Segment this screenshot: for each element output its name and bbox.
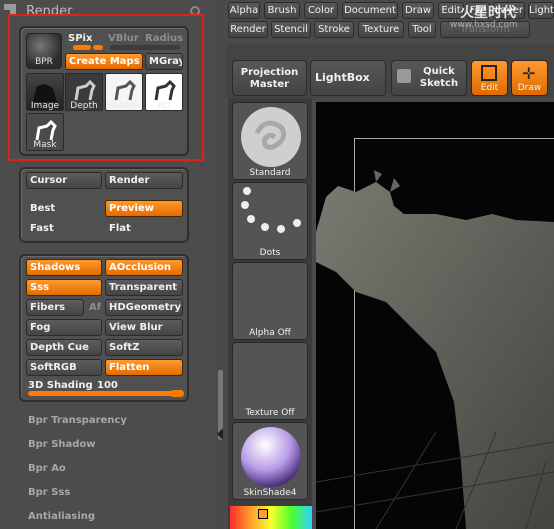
hdgeometry-button[interactable]: HDGeometry (105, 299, 183, 316)
menu-texture[interactable]: Texture (358, 21, 404, 38)
3d-shading-slider-knob[interactable] (170, 390, 184, 397)
menu-alpha[interactable]: Alpha (228, 2, 260, 19)
quick-sketch-button[interactable]: Quick Sketch (391, 60, 467, 96)
document-canvas[interactable] (316, 102, 554, 529)
preview-button[interactable]: Preview (105, 200, 183, 217)
color-picker-marker[interactable] (258, 509, 268, 519)
edit-icon (481, 65, 497, 81)
softz-button[interactable]: SoftZ (105, 339, 183, 356)
brush-shelf: Standard Dots Alpha Off Texture Off Skin… (228, 98, 312, 529)
menu-draw[interactable]: Draw (402, 2, 434, 19)
softrgb-button[interactable]: SoftRGB (26, 359, 102, 376)
3d-shading-label: 3D Shading (28, 380, 93, 391)
edit-button[interactable]: Edit (471, 60, 508, 96)
highlight-box (8, 14, 204, 161)
cursor-button[interactable]: Cursor (26, 172, 102, 189)
view-blur-button[interactable]: View Blur (105, 319, 183, 336)
menu-render[interactable]: Render (228, 21, 268, 38)
3d-shading-slider-fill (28, 391, 184, 396)
fast-button[interactable]: Fast (26, 220, 102, 237)
menu-document[interactable]: Document (342, 2, 398, 19)
3d-shading-slider[interactable] (28, 390, 184, 397)
flatten-button[interactable]: Flatten (105, 359, 183, 376)
lightbox-label: LightBox (315, 71, 370, 84)
render-button[interactable]: Render (105, 172, 183, 189)
skinshade-label: SkinShade4 (243, 488, 297, 498)
texture-slot[interactable]: Texture Off (232, 342, 308, 420)
aocclusion-button[interactable]: AOcclusion (105, 259, 183, 276)
fog-button[interactable]: Fog (26, 319, 102, 336)
antialiasing-menu[interactable]: Antialiasing (28, 511, 95, 522)
watermark-text: 火星时代 (460, 5, 516, 21)
bpr-transparency-menu[interactable]: Bpr Transparency (28, 415, 127, 426)
menu-stroke[interactable]: Stroke (314, 21, 354, 38)
best-button[interactable]: Best (26, 200, 102, 217)
alpha-slot[interactable]: Alpha Off (232, 262, 308, 340)
watermark-url: www.hxsd.com (450, 20, 518, 30)
alpha-off-label: Alpha Off (249, 328, 291, 338)
render-palette: Render BPR SPix VBlur Radius Create Maps… (0, 0, 216, 529)
standard-brush-label: Standard (249, 168, 291, 178)
menu-color[interactable]: Color (304, 2, 338, 19)
shadows-button[interactable]: Shadows (26, 259, 102, 276)
transparent-button[interactable]: Transparent (105, 279, 183, 296)
lightbox-button[interactable]: LightBox (310, 60, 386, 96)
draw-button[interactable]: ✛ Draw (511, 60, 548, 96)
af-button[interactable]: Af (85, 299, 103, 316)
quick-sketch-icon (397, 69, 411, 83)
dog-model-render (316, 170, 554, 529)
texture-off-label: Texture Off (245, 408, 295, 418)
bpr-shadow-menu[interactable]: Bpr Shadow (28, 439, 96, 450)
menu-stencil[interactable]: Stencil (271, 21, 311, 38)
bpr-sss-menu[interactable]: Bpr Sss (28, 487, 70, 498)
projection-master-label: Projection Master (240, 67, 299, 90)
standard-brush-slot[interactable]: Standard (232, 102, 308, 180)
menu-light[interactable]: Light (528, 2, 554, 19)
menu-tool[interactable]: Tool (408, 21, 436, 38)
3d-shading-value: 100 (97, 380, 118, 391)
fibers-button[interactable]: Fibers (26, 299, 84, 316)
dots-stroke-slot[interactable]: Dots (232, 182, 308, 260)
flat-button[interactable]: Flat (105, 220, 183, 237)
material-slot[interactable]: SkinShade4 (232, 422, 308, 500)
color-picker-strip[interactable] (230, 506, 312, 529)
draw-label: Draw (517, 83, 542, 93)
menu-brush[interactable]: Brush (264, 2, 300, 19)
bpr-ao-menu[interactable]: Bpr Ao (28, 463, 66, 474)
sss-button[interactable]: Sss (26, 279, 102, 296)
edit-label: Edit (480, 83, 499, 93)
depth-cue-button[interactable]: Depth Cue (26, 339, 102, 356)
draw-icon: ✛ (522, 64, 536, 83)
collapse-arrow-icon[interactable] (217, 428, 223, 440)
projection-master-button[interactable]: Projection Master (232, 60, 307, 96)
dots-stroke-label: Dots (259, 248, 281, 258)
